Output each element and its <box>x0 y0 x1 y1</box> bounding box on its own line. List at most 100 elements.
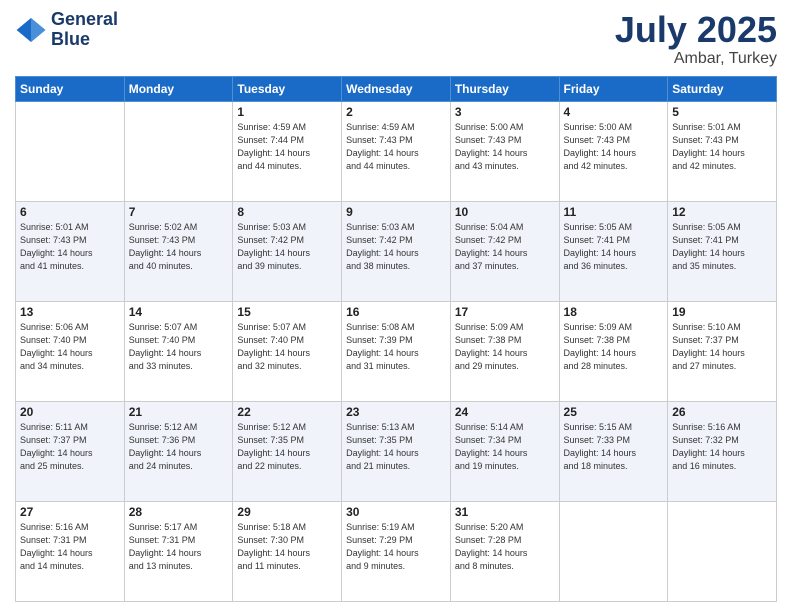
calendar-cell: 25Sunrise: 5:15 AM Sunset: 7:33 PM Dayli… <box>559 401 668 501</box>
day-info: Sunrise: 5:09 AM Sunset: 7:38 PM Dayligh… <box>455 321 555 373</box>
calendar-cell: 4 Sunrise: 5:00 AM Sunset: 7:43 PM Daylig… <box>559 101 668 201</box>
calendar-cell: 10Sunrise: 5:04 AM Sunset: 7:42 PM Dayli… <box>450 201 559 301</box>
weekday-header-row: SundayMondayTuesdayWednesdayThursdayFrid… <box>16 76 777 101</box>
day-number: 8 <box>237 205 337 219</box>
day-number: 14 <box>129 305 229 319</box>
logo-line2: Blue <box>51 30 118 50</box>
day-info: Sunrise: 5:07 AM Sunset: 7:40 PM Dayligh… <box>237 321 337 373</box>
day-number: 9 <box>346 205 446 219</box>
calendar-week-row: 27Sunrise: 5:16 AM Sunset: 7:31 PM Dayli… <box>16 501 777 601</box>
day-info: Sunrise: 5:13 AM Sunset: 7:35 PM Dayligh… <box>346 421 446 473</box>
day-number: 12 <box>672 205 772 219</box>
day-info: Sunrise: 5:03 AM Sunset: 7:42 PM Dayligh… <box>346 221 446 273</box>
location-title: Ambar, Turkey <box>615 50 777 68</box>
day-number: 21 <box>129 405 229 419</box>
page: General Blue July 2025 Ambar, Turkey Sun… <box>0 0 792 612</box>
day-number: 5 <box>672 105 772 119</box>
day-info: Sunrise: 5:05 AM Sunset: 7:41 PM Dayligh… <box>564 221 664 273</box>
day-number: 2 <box>346 105 446 119</box>
day-info: Sunrise: 5:16 AM Sunset: 7:31 PM Dayligh… <box>20 521 120 573</box>
day-number: 18 <box>564 305 664 319</box>
day-info: Sunrise: 5:18 AM Sunset: 7:30 PM Dayligh… <box>237 521 337 573</box>
day-number: 31 <box>455 505 555 519</box>
calendar-cell: 8 Sunrise: 5:03 AM Sunset: 7:42 PM Daylig… <box>233 201 342 301</box>
calendar-cell: 24Sunrise: 5:14 AM Sunset: 7:34 PM Dayli… <box>450 401 559 501</box>
day-info: Sunrise: 5:15 AM Sunset: 7:33 PM Dayligh… <box>564 421 664 473</box>
day-info: Sunrise: 5:12 AM Sunset: 7:35 PM Dayligh… <box>237 421 337 473</box>
logo-line1: General <box>51 10 118 30</box>
calendar-cell: 13Sunrise: 5:06 AM Sunset: 7:40 PM Dayli… <box>16 301 125 401</box>
weekday-header-sunday: Sunday <box>16 76 125 101</box>
day-info: Sunrise: 5:00 AM Sunset: 7:43 PM Dayligh… <box>564 121 664 173</box>
day-number: 30 <box>346 505 446 519</box>
calendar-week-row: 6 Sunrise: 5:01 AM Sunset: 7:43 PM Daylig… <box>16 201 777 301</box>
day-info: Sunrise: 5:17 AM Sunset: 7:31 PM Dayligh… <box>129 521 229 573</box>
day-number: 6 <box>20 205 120 219</box>
day-number: 20 <box>20 405 120 419</box>
weekday-header-friday: Friday <box>559 76 668 101</box>
calendar-cell: 16 Sunrise: 5:08 AM Sunset: 7:39 PM Dayli… <box>342 301 451 401</box>
calendar-cell <box>124 101 233 201</box>
day-number: 16 <box>346 305 446 319</box>
logo-icon <box>15 14 47 46</box>
calendar-table: SundayMondayTuesdayWednesdayThursdayFrid… <box>15 76 777 602</box>
calendar-cell: 14Sunrise: 5:07 AM Sunset: 7:40 PM Dayli… <box>124 301 233 401</box>
day-info: Sunrise: 5:10 AM Sunset: 7:37 PM Dayligh… <box>672 321 772 373</box>
calendar-cell: 20Sunrise: 5:11 AM Sunset: 7:37 PM Dayli… <box>16 401 125 501</box>
day-info: Sunrise: 5:08 AM Sunset: 7:39 PM Dayligh… <box>346 321 446 373</box>
day-number: 28 <box>129 505 229 519</box>
calendar-cell: 27Sunrise: 5:16 AM Sunset: 7:31 PM Dayli… <box>16 501 125 601</box>
day-number: 11 <box>564 205 664 219</box>
calendar-cell: 26Sunrise: 5:16 AM Sunset: 7:32 PM Dayli… <box>668 401 777 501</box>
calendar-week-row: 13Sunrise: 5:06 AM Sunset: 7:40 PM Dayli… <box>16 301 777 401</box>
day-info: Sunrise: 5:12 AM Sunset: 7:36 PM Dayligh… <box>129 421 229 473</box>
day-info: Sunrise: 5:03 AM Sunset: 7:42 PM Dayligh… <box>237 221 337 273</box>
day-info: Sunrise: 5:01 AM Sunset: 7:43 PM Dayligh… <box>20 221 120 273</box>
calendar-cell: 5 Sunrise: 5:01 AM Sunset: 7:43 PM Daylig… <box>668 101 777 201</box>
day-number: 23 <box>346 405 446 419</box>
calendar-cell: 17 Sunrise: 5:09 AM Sunset: 7:38 PM Dayli… <box>450 301 559 401</box>
calendar-cell: 31 Sunrise: 5:20 AM Sunset: 7:28 PM Dayli… <box>450 501 559 601</box>
calendar-cell: 2Sunrise: 4:59 AM Sunset: 7:43 PM Daylig… <box>342 101 451 201</box>
calendar-cell: 29 Sunrise: 5:18 AM Sunset: 7:30 PM Dayli… <box>233 501 342 601</box>
day-number: 1 <box>237 105 337 119</box>
day-info: Sunrise: 5:01 AM Sunset: 7:43 PM Dayligh… <box>672 121 772 173</box>
day-info: Sunrise: 4:59 AM Sunset: 7:44 PM Dayligh… <box>237 121 337 173</box>
calendar-cell: 12 Sunrise: 5:05 AM Sunset: 7:41 PM Dayli… <box>668 201 777 301</box>
day-info: Sunrise: 5:14 AM Sunset: 7:34 PM Dayligh… <box>455 421 555 473</box>
header: General Blue July 2025 Ambar, Turkey <box>15 10 777 68</box>
title-block: July 2025 Ambar, Turkey <box>615 10 777 68</box>
day-number: 3 <box>455 105 555 119</box>
calendar-cell: 15 Sunrise: 5:07 AM Sunset: 7:40 PM Dayli… <box>233 301 342 401</box>
day-info: Sunrise: 5:02 AM Sunset: 7:43 PM Dayligh… <box>129 221 229 273</box>
day-number: 17 <box>455 305 555 319</box>
logo: General Blue <box>15 10 118 50</box>
day-number: 4 <box>564 105 664 119</box>
calendar-cell: 7 Sunrise: 5:02 AM Sunset: 7:43 PM Daylig… <box>124 201 233 301</box>
calendar-cell: 19 Sunrise: 5:10 AM Sunset: 7:37 PM Dayli… <box>668 301 777 401</box>
calendar-cell: 6 Sunrise: 5:01 AM Sunset: 7:43 PM Daylig… <box>16 201 125 301</box>
day-info: Sunrise: 5:00 AM Sunset: 7:43 PM Dayligh… <box>455 121 555 173</box>
day-info: Sunrise: 5:05 AM Sunset: 7:41 PM Dayligh… <box>672 221 772 273</box>
day-number: 22 <box>237 405 337 419</box>
day-number: 15 <box>237 305 337 319</box>
day-number: 29 <box>237 505 337 519</box>
weekday-header-monday: Monday <box>124 76 233 101</box>
calendar-week-row: 1 Sunrise: 4:59 AM Sunset: 7:44 PM Daylig… <box>16 101 777 201</box>
day-number: 19 <box>672 305 772 319</box>
day-info: Sunrise: 5:09 AM Sunset: 7:38 PM Dayligh… <box>564 321 664 373</box>
weekday-header-saturday: Saturday <box>668 76 777 101</box>
calendar-cell <box>559 501 668 601</box>
month-title: July 2025 <box>615 10 777 50</box>
calendar-week-row: 20Sunrise: 5:11 AM Sunset: 7:37 PM Dayli… <box>16 401 777 501</box>
calendar-cell: 22 Sunrise: 5:12 AM Sunset: 7:35 PM Dayli… <box>233 401 342 501</box>
weekday-header-thursday: Thursday <box>450 76 559 101</box>
day-number: 7 <box>129 205 229 219</box>
day-info: Sunrise: 5:20 AM Sunset: 7:28 PM Dayligh… <box>455 521 555 573</box>
calendar-cell: 11 Sunrise: 5:05 AM Sunset: 7:41 PM Dayli… <box>559 201 668 301</box>
day-info: Sunrise: 5:04 AM Sunset: 7:42 PM Dayligh… <box>455 221 555 273</box>
weekday-header-wednesday: Wednesday <box>342 76 451 101</box>
calendar-cell: 9 Sunrise: 5:03 AM Sunset: 7:42 PM Daylig… <box>342 201 451 301</box>
day-info: Sunrise: 5:19 AM Sunset: 7:29 PM Dayligh… <box>346 521 446 573</box>
day-number: 26 <box>672 405 772 419</box>
